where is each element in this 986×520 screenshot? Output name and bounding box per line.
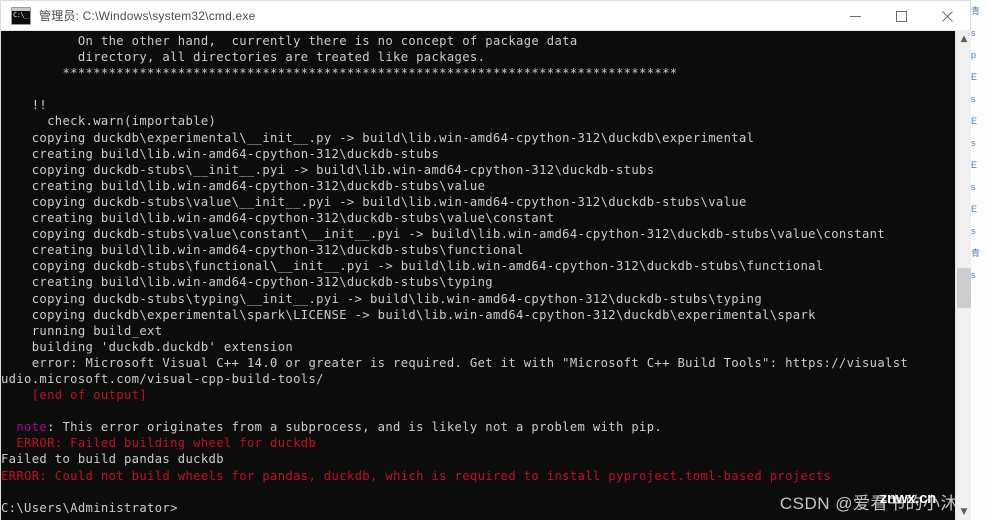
terminal-text: On the other hand, currently there is no… (1, 33, 970, 516)
terminal-note-label: note (16, 420, 48, 435)
page-scrollbar[interactable]: ▲ ▼ (955, 30, 971, 520)
background-strip-item: p (971, 50, 977, 60)
screen-root: 青 s p Es Es Es Es 青 s C:\_ 管理员: C:\Windows\syste… (0, 0, 986, 520)
terminal-line: copying duckdb-stubs\typing\__init__.pyi… (1, 291, 763, 306)
close-button[interactable] (924, 1, 970, 31)
maximize-icon (895, 10, 907, 22)
terminal-line: On the other hand, currently there is no… (1, 34, 578, 48)
background-strip-item: s (971, 226, 976, 236)
window-controls (832, 1, 970, 31)
background-strip-item: E (971, 72, 978, 82)
terminal-line: ERROR: Could not build wheels for pandas… (1, 468, 832, 483)
background-strip-item: s (971, 94, 976, 104)
terminal-line: udio.microsoft.com/visual-cpp-build-tool… (1, 371, 324, 386)
background-strip-item: 青 (971, 6, 981, 16)
background-strip-item: E (971, 160, 978, 170)
minimize-button[interactable] (832, 1, 878, 31)
cmd-console-window: C:\_ 管理员: C:\Windows\system32\cmd.exe On… (0, 0, 971, 520)
terminal-line: creating build\lib.win-amd64-cpython-312… (1, 243, 524, 258)
minimize-icon (849, 15, 861, 17)
watermark-overlay-text: znwx.cn (879, 490, 937, 507)
scroll-down-arrow-icon[interactable]: ▼ (956, 503, 972, 520)
terminal-line: ****************************************… (1, 66, 678, 81)
terminal-line: creating build\lib.win-amd64-cpython-312… (1, 275, 493, 290)
close-icon (941, 10, 953, 22)
terminal-note-text: : This error originates from a subproces… (47, 420, 663, 435)
terminal-line: running build_ext (1, 323, 163, 338)
scrollbar-thumb[interactable] (957, 268, 971, 308)
terminal-line: creating build\lib.win-amd64-cpython-312… (1, 211, 555, 226)
background-strip-item: s (971, 182, 976, 192)
terminal-line: !! (1, 98, 48, 113)
terminal-line: creating build\lib.win-amd64-cpython-312… (1, 146, 440, 161)
titlebar[interactable]: C:\_ 管理员: C:\Windows\system32\cmd.exe (1, 1, 970, 31)
background-right-strip: 青 s p Es Es Es Es 青 s (970, 0, 986, 520)
cmd-console-icon: C:\_ (11, 6, 31, 25)
terminal-line: [end of output] (1, 388, 148, 403)
window-title: 管理员: C:\Windows\system32\cmd.exe (39, 9, 256, 23)
terminal-line: directory, all directories are treated l… (1, 50, 486, 65)
terminal-line: copying duckdb\experimental\spark\LICENS… (1, 307, 816, 322)
background-strip-item: E (971, 204, 978, 214)
background-strip-item: s (971, 28, 976, 38)
terminal-line: copying duckdb-stubs\functional\__init__… (1, 259, 824, 274)
terminal-line: error: Microsoft Visual C++ 14.0 or grea… (1, 355, 909, 370)
terminal-line: note: This error originates from a subpr… (1, 419, 970, 435)
terminal-line: check.warn(importable) (1, 114, 217, 129)
terminal-line: copying duckdb-stubs\value\constant\__in… (1, 227, 886, 242)
scroll-up-arrow-icon[interactable]: ▲ (956, 30, 972, 47)
terminal-line: copying duckdb-stubs\__init__.pyi -> bui… (1, 162, 655, 177)
terminal-line: building 'duckdb.duckdb' extension (1, 339, 294, 354)
cmd-console-icon-label: C:\_ (13, 10, 28, 19)
background-strip-item: 青 (971, 248, 981, 258)
terminal-line: copying duckdb-stubs\value\__init__.pyi … (1, 194, 747, 209)
terminal-line: creating build\lib.win-amd64-cpython-312… (1, 178, 486, 193)
maximize-button[interactable] (878, 1, 924, 31)
terminal-line: copying duckdb\experimental\__init__.py … (1, 130, 755, 145)
background-strip-item: E (971, 116, 978, 126)
background-strip-item: s (971, 270, 976, 280)
background-strip-item: s (971, 138, 976, 148)
terminal-line: Failed to build pandas duckdb (1, 452, 224, 467)
terminal-line: ERROR: Failed building wheel for duckdb (1, 436, 317, 451)
terminal-output-area[interactable]: On the other hand, currently there is no… (1, 31, 970, 520)
